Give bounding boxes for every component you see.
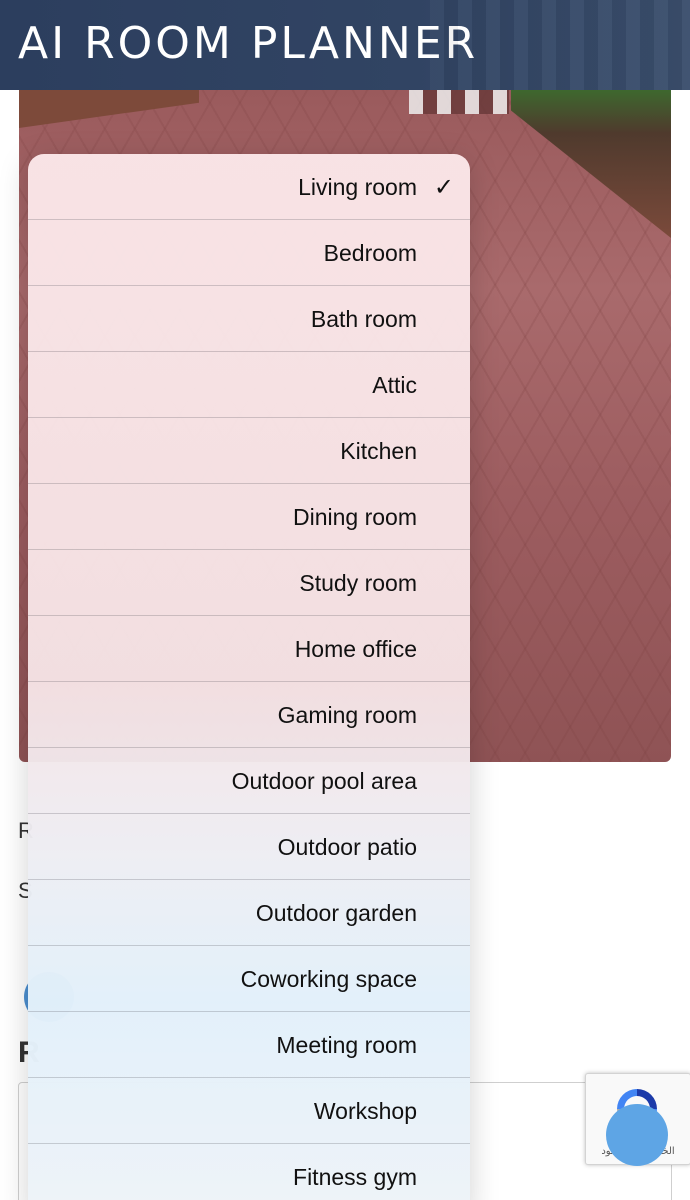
menu-option-label: Outdoor pool area — [231, 768, 417, 794]
checkmark-icon: ✓ — [433, 173, 454, 201]
menu-option[interactable]: Living room ✓ — [28, 154, 470, 220]
menu-option[interactable]: Coworking space — [28, 946, 470, 1012]
menu-option[interactable]: Bath room — [28, 286, 470, 352]
menu-option[interactable]: Home office — [28, 616, 470, 682]
menu-option[interactable]: Outdoor pool area — [28, 748, 470, 814]
menu-option-label: Outdoor patio — [277, 834, 417, 860]
menu-option[interactable]: Fitness gym — [28, 1144, 470, 1200]
menu-option-label: Outdoor garden — [255, 900, 417, 926]
room-type-dropdown-menu: Living room ✓ Bedroom Bath room Attic Kitchen… — [28, 154, 470, 1200]
menu-option[interactable]: Attic — [28, 352, 470, 418]
menu-option[interactable]: Gaming room — [28, 682, 470, 748]
menu-option-label: Bath room — [310, 306, 417, 332]
menu-option[interactable]: Workshop — [28, 1078, 470, 1144]
menu-option[interactable]: Study room — [28, 550, 470, 616]
page: AI ROOM PLANNER R S R الخصوصية - البنود … — [0, 0, 690, 1200]
menu-option-label: Kitchen — [340, 438, 417, 464]
menu-option[interactable]: Outdoor patio — [28, 814, 470, 880]
menu-option-label: Workshop — [313, 1098, 417, 1124]
photo-right-planter — [511, 88, 671, 238]
menu-option[interactable]: Outdoor garden — [28, 880, 470, 946]
menu-option-label: Home office — [294, 636, 417, 662]
photo-left-planter — [19, 88, 199, 128]
menu-option-label: Gaming room — [277, 702, 417, 728]
menu-option[interactable]: Bedroom — [28, 220, 470, 286]
menu-option-label: Bedroom — [323, 240, 417, 266]
site-header: AI ROOM PLANNER — [0, 0, 690, 90]
menu-option-label: Meeting room — [276, 1032, 417, 1058]
menu-option-label: Living room — [298, 174, 417, 200]
menu-option-label: Attic — [372, 372, 417, 398]
menu-option[interactable]: Kitchen — [28, 418, 470, 484]
photo-checkered-tiles — [409, 88, 509, 114]
menu-option-label: Coworking space — [240, 966, 417, 992]
site-title: AI ROOM PLANNER — [18, 18, 479, 69]
menu-option-label: Fitness gym — [293, 1164, 417, 1190]
menu-option[interactable]: Meeting room — [28, 1012, 470, 1078]
floating-action-button[interactable] — [606, 1104, 668, 1166]
menu-option-label: Dining room — [293, 504, 417, 530]
menu-option[interactable]: Dining room — [28, 484, 470, 550]
menu-option-label: Study room — [299, 570, 417, 596]
